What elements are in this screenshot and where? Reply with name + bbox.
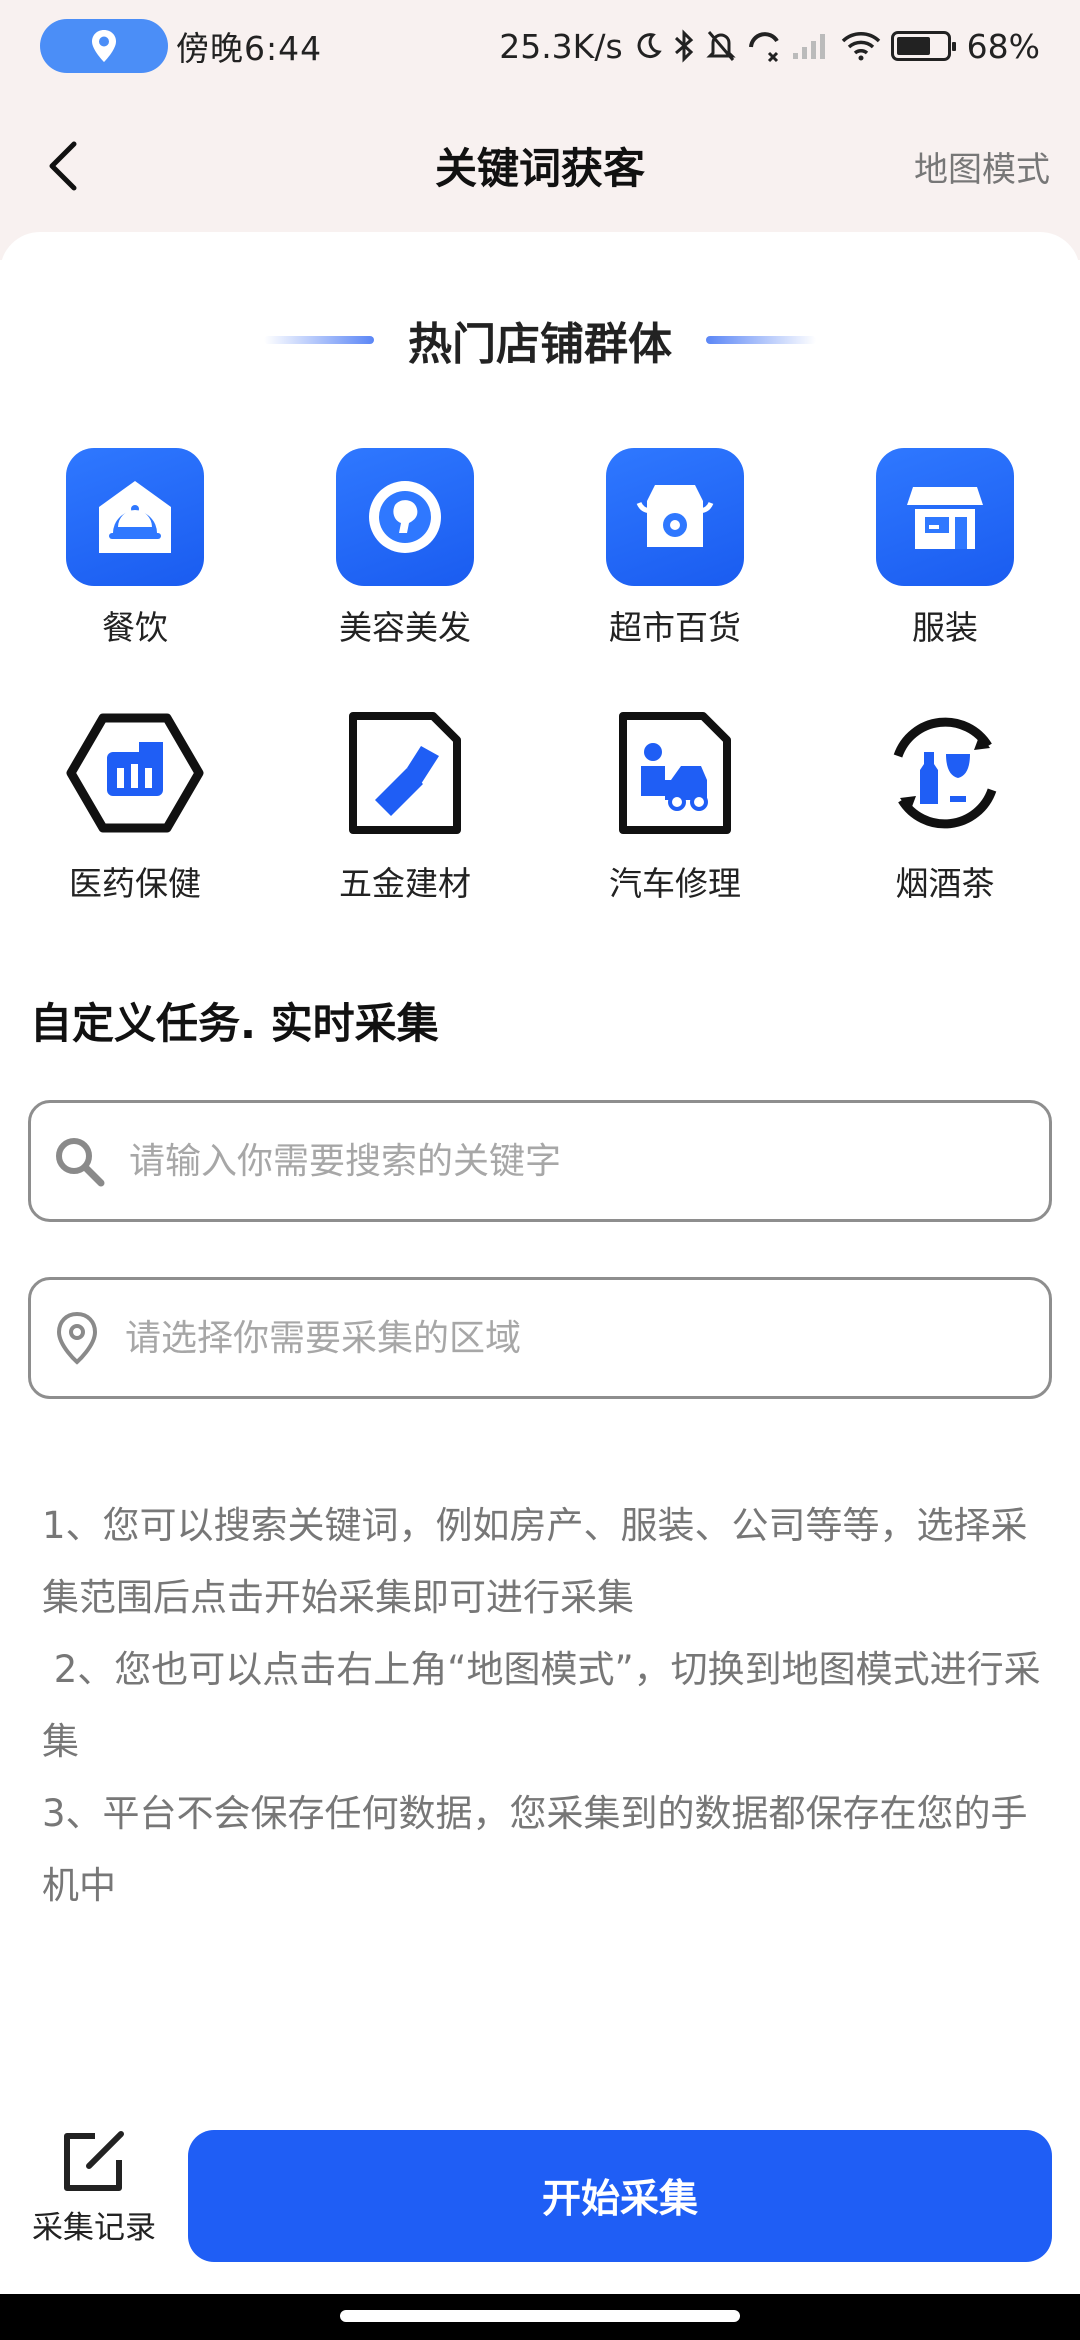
hot-section-title: 热门店铺群体 — [408, 319, 672, 370]
wifi-icon — [841, 32, 880, 61]
category-beauty[interactable]: 美容美发 — [285, 447, 525, 667]
status-icons: 25.3K/s 68% — [499, 27, 1040, 66]
moon-icon — [637, 33, 662, 59]
category-label: 美容美发 — [339, 608, 471, 647]
search-icon — [56, 1138, 105, 1187]
edit-icon — [64, 2131, 124, 2191]
area-input[interactable] — [125, 1317, 1005, 1359]
tobacco-wine-tea-icon — [875, 703, 1015, 843]
battery-level: 68% — [966, 26, 1040, 66]
instruction-item: 3、平台不会保存任何数据，您采集到的数据都保存在您的手机中 — [42, 1792, 1028, 1907]
category-label: 餐饮 — [102, 608, 168, 647]
category-car-repair[interactable]: 汽车修理 — [555, 703, 795, 923]
category-label: 医药保健 — [69, 864, 201, 903]
category-label: 超市百货 — [609, 608, 741, 647]
beauty-icon — [336, 448, 474, 586]
medicine-icon — [65, 703, 205, 843]
status-bar: 傍晚6:44 25.3K/s 68% — [0, 0, 1080, 92]
title-decoration-right — [706, 336, 816, 344]
home-indicator[interactable] — [340, 2310, 740, 2322]
search-field[interactable] — [28, 1100, 1052, 1222]
category-label: 烟酒茶 — [895, 864, 995, 903]
hot-section-header: 热门店铺群体 — [0, 310, 1080, 370]
map-mode-button[interactable]: 地图模式 — [914, 142, 1050, 191]
category-supermarket[interactable]: 超市百货 — [555, 447, 795, 667]
location-pill[interactable] — [40, 19, 168, 73]
clothing-store-icon — [876, 448, 1014, 586]
call-icon — [748, 32, 779, 63]
start-collect-button[interactable]: 开始采集 — [188, 2130, 1052, 2262]
location-icon — [92, 30, 116, 62]
battery-icon — [890, 31, 956, 61]
bluetooth-icon — [674, 29, 693, 63]
hardware-icon — [335, 703, 475, 843]
category-dining[interactable]: 餐饮 — [15, 447, 255, 667]
category-hardware[interactable]: 五金建材 — [285, 703, 525, 923]
category-tobacco-wine-tea[interactable]: 烟酒茶 — [825, 703, 1065, 923]
records-label: 采集记录 — [32, 2210, 156, 2246]
category-clothing[interactable]: 服装 — [825, 447, 1065, 667]
dining-icon — [66, 448, 204, 586]
status-time: 傍晚6:44 — [176, 29, 323, 68]
instruction-item: 1、您可以搜索关键词，例如房产、服装、公司等等，选择采集范围后点击开始采集即可进… — [42, 1504, 1028, 1619]
signal-icon — [792, 34, 825, 59]
category-medicine[interactable]: 医药保健 — [15, 703, 255, 923]
instruction-item: 2、您也可以点击右上角“地图模式”，切换到地图模式进行采集 — [42, 1648, 1041, 1763]
custom-task-title: 自定义任务. 实时采集 — [30, 999, 439, 1048]
records-button[interactable]: 采集记录 — [24, 2130, 164, 2260]
category-label: 服装 — [912, 608, 978, 647]
instructions: 1、您可以搜索关键词，例如房产、服装、公司等等，选择采集范围后点击开始采集即可进… — [42, 1490, 1042, 1922]
search-input[interactable] — [129, 1140, 1009, 1182]
supermarket-icon — [606, 448, 744, 586]
page: 傍晚6:44 25.3K/s 68% 关键词获客 地图模式 热门店铺群体 餐饮 … — [0, 0, 1080, 2340]
category-label: 汽车修理 — [609, 864, 741, 903]
bell-muted-icon — [706, 31, 736, 61]
car-repair-icon — [605, 703, 745, 843]
title-decoration-left — [264, 336, 374, 344]
location-pin-icon — [56, 1311, 98, 1365]
nav-bar: 关键词获客 地图模式 — [0, 110, 1080, 220]
page-title: 关键词获客 — [434, 143, 645, 193]
network-speed: 25.3K/s — [499, 26, 623, 66]
area-field[interactable] — [28, 1277, 1052, 1399]
category-label: 五金建材 — [339, 864, 471, 903]
back-button[interactable] — [40, 138, 90, 194]
